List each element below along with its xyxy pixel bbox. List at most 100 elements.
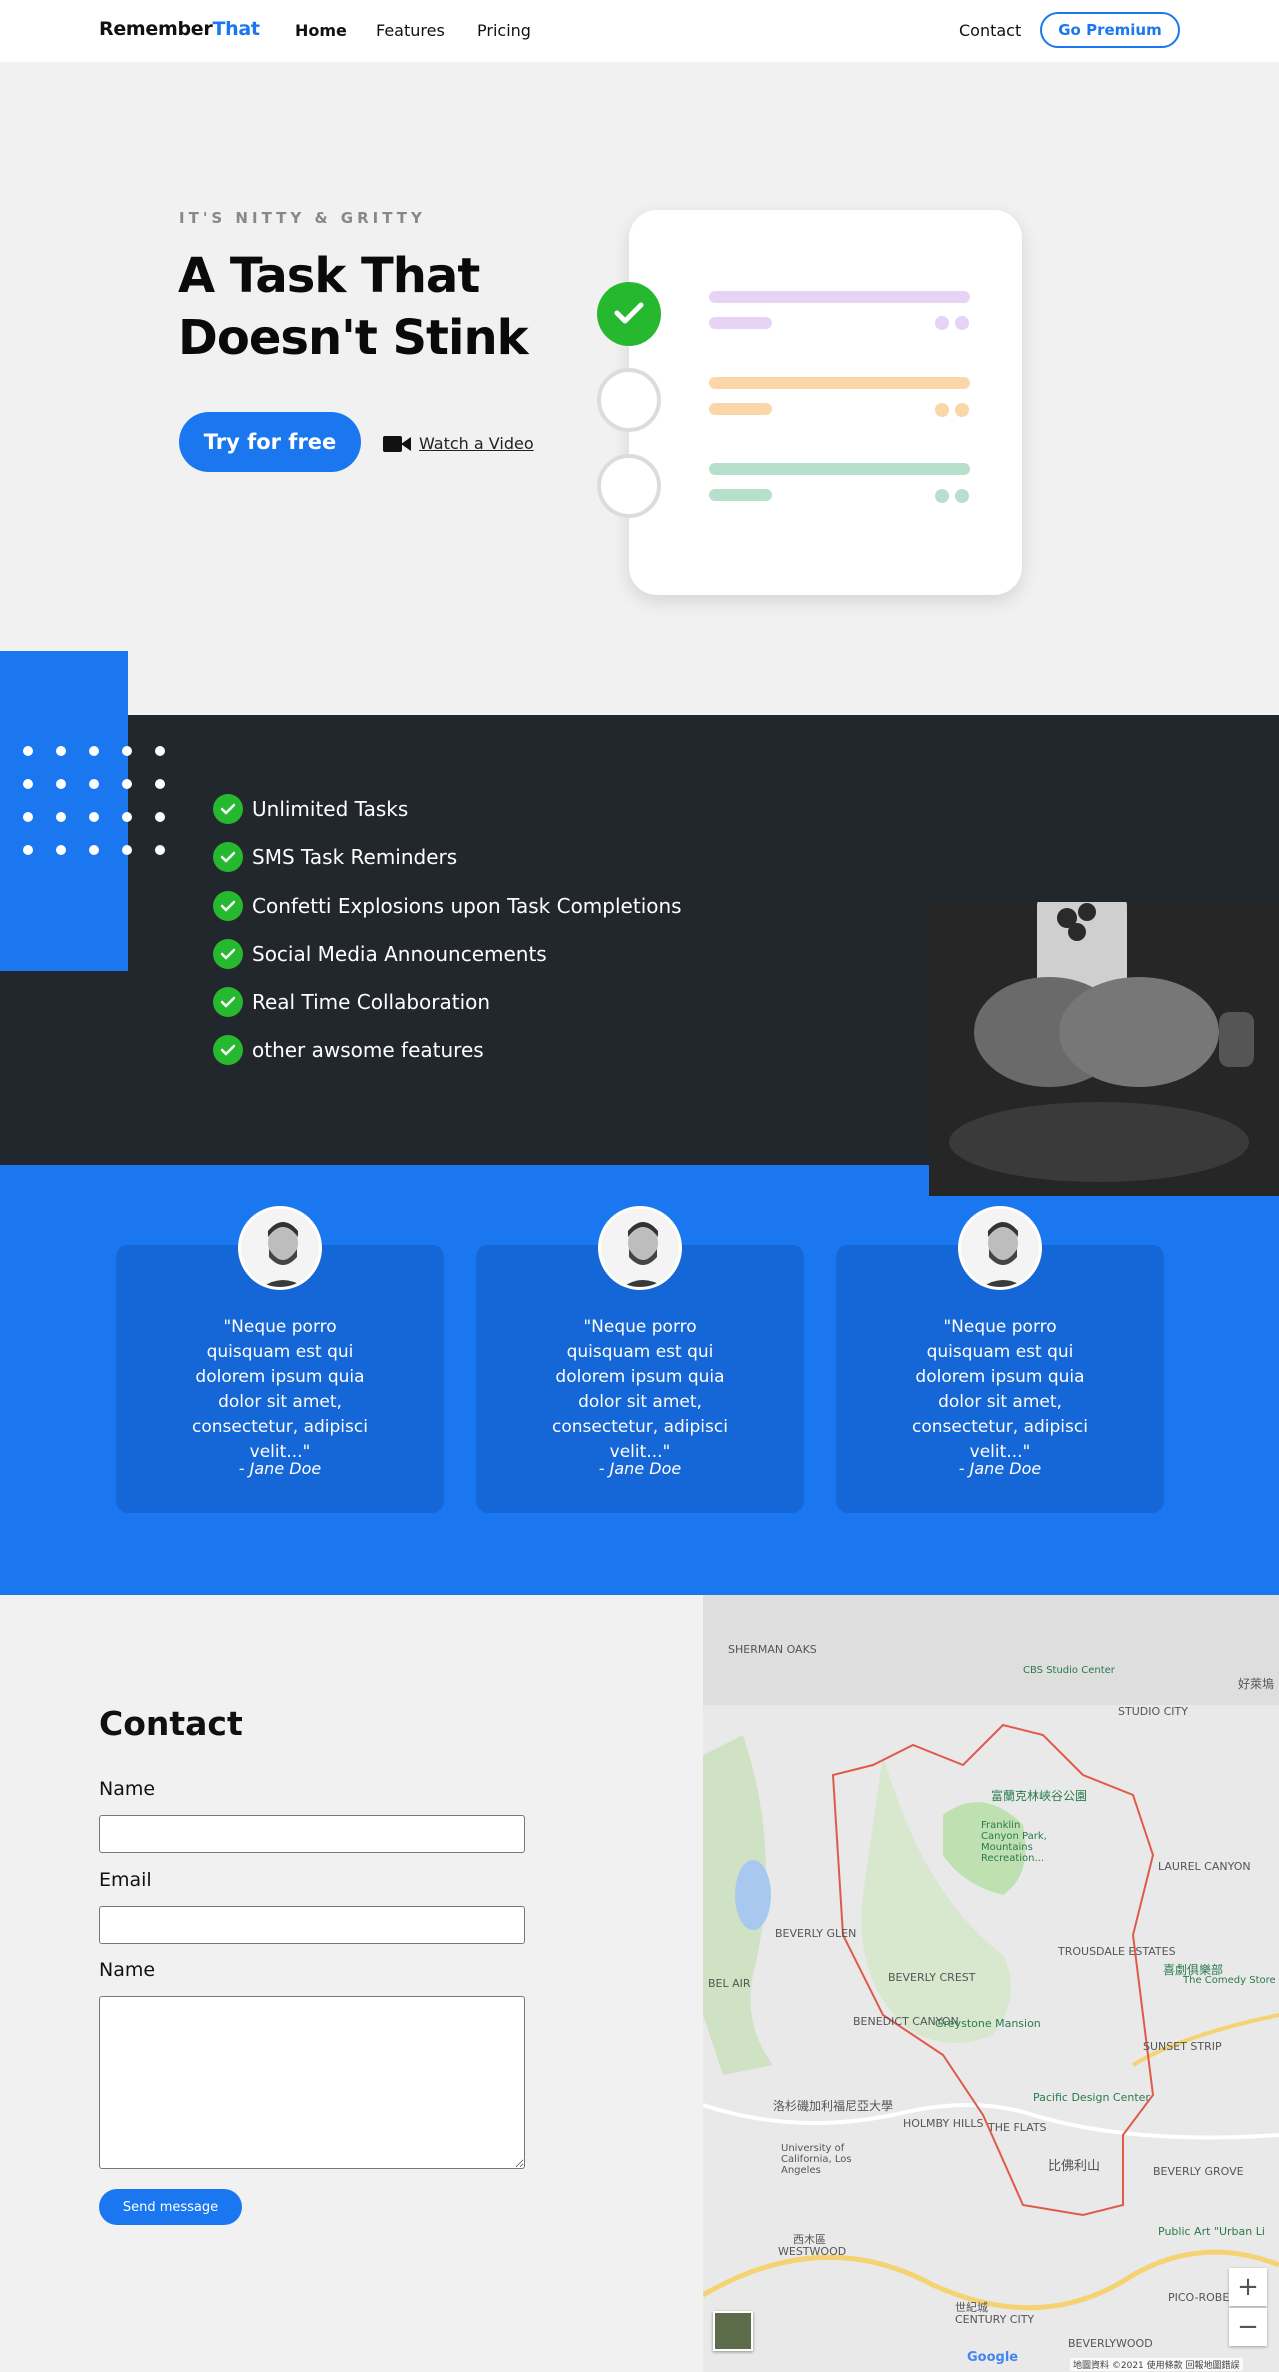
check-icon [213, 1035, 243, 1065]
contact-title: Contact [99, 1704, 243, 1743]
task-line-long [709, 377, 970, 389]
feature-item: Real Time Collaboration [213, 987, 490, 1017]
name-label: Name [99, 1778, 156, 1800]
nav-pricing[interactable]: Pricing [477, 21, 531, 40]
map-label: THE FLATS [988, 2121, 1047, 2134]
decorative-dot [89, 812, 99, 822]
decorative-dot [155, 845, 165, 855]
map-label: BEVERLY CREST [888, 1971, 976, 1984]
feature-label: Real Time Collaboration [252, 990, 491, 1014]
check-icon [213, 794, 243, 824]
map-label: STUDIO CITY [1118, 1705, 1188, 1718]
map-label: SUNSET STRIP [1143, 2040, 1222, 2053]
decorative-dot [56, 845, 66, 855]
message-textarea[interactable] [99, 1996, 525, 2169]
testimonial-author: - Jane Doe [238, 1459, 322, 1478]
map-label: TROUSDALE ESTATES [1058, 1945, 1176, 1958]
go-premium-button[interactable]: Go Premium [1040, 12, 1180, 48]
satellite-toggle-icon[interactable] [713, 2311, 753, 2351]
phone-hands-photo [929, 902, 1279, 1196]
nav-home[interactable]: Home [295, 21, 347, 40]
map-cn-label: 比佛利山 [1048, 2159, 1101, 2174]
task-dot [955, 316, 969, 330]
map-label: BEVERLY GLEN [775, 1927, 857, 1940]
map-footer[interactable]: 地圖資料 ©2021 使用條款 回報地圖錯誤 [1070, 2358, 1243, 2371]
name-input[interactable] [99, 1815, 525, 1853]
map-cn-label: 洛杉磯加利福尼亞大學 [773, 2099, 894, 2113]
check-icon [213, 987, 243, 1017]
task-empty-circle-icon [597, 368, 661, 432]
decorative-dot [122, 746, 132, 756]
testimonial-author: - Jane Doe [598, 1459, 682, 1478]
zoom-out-button[interactable]: − [1229, 2308, 1267, 2346]
brand-part1: Remember [99, 18, 213, 40]
decorative-dot [122, 779, 132, 789]
feature-item: SMS Task Reminders [213, 842, 457, 872]
task-line-long [709, 463, 970, 475]
avatar [958, 1206, 1042, 1290]
decorative-dot [23, 812, 33, 822]
task-dot [955, 403, 969, 417]
top-navbar: RememberThat Home Features Pricing Conta… [0, 0, 1279, 62]
decorative-dot [89, 746, 99, 756]
feature-item: Social Media Announcements [213, 939, 547, 969]
decorative-dot [56, 746, 66, 756]
feature-label: other awsome features [252, 1038, 484, 1062]
try-for-free-button[interactable]: Try for free [179, 412, 361, 472]
task-done-check-icon [597, 282, 661, 346]
nav-contact[interactable]: Contact [959, 21, 1021, 40]
map-label: BEVERLYWOOD [1068, 2337, 1153, 2350]
map-label: BEL AIR [708, 1977, 751, 1990]
map-label: HOLMBY HILLS [903, 2117, 984, 2130]
nav-features[interactable]: Features [376, 21, 445, 40]
watch-video-label: Watch a Video [419, 434, 534, 453]
map-cn-label: 好萊塢 [1238, 1677, 1275, 1691]
decorative-dot [122, 812, 132, 822]
decorative-dot [155, 746, 165, 756]
map-cn-label: 世紀城 [955, 2301, 988, 2314]
decorative-dot [23, 779, 33, 789]
hero-title: A Task That Doesn't Stink [178, 248, 529, 366]
map-label: CBS Studio Center [1023, 1665, 1115, 1676]
decorative-dot [122, 845, 132, 855]
testimonial-quote: "Neque porro quisquam est qui dolorem ip… [192, 1317, 368, 1462]
testimonial-author: - Jane Doe [958, 1459, 1042, 1478]
brand-logo[interactable]: RememberThat [99, 18, 260, 40]
testimonial-quote: "Neque porro quisquam est qui dolorem ip… [552, 1317, 728, 1462]
task-line-long [709, 291, 970, 303]
map-label: University of California, Los Angeles [781, 2143, 852, 2176]
check-icon [213, 939, 243, 969]
video-camera-icon [383, 435, 411, 453]
decorative-dot [23, 845, 33, 855]
decorative-dot [155, 812, 165, 822]
avatar [238, 1206, 322, 1290]
feature-item: Confetti Explosions upon Task Completion… [213, 891, 682, 921]
map-cn-label: 富蘭克林峽谷公園 [991, 1789, 1088, 1803]
embedded-map[interactable]: SHERMAN OAKS STUDIO CITY LAUREL CANYON B… [703, 1595, 1279, 2372]
feature-label: Unlimited Tasks [252, 797, 409, 821]
map-label: LAUREL CANYON [1158, 1860, 1251, 1873]
email-input[interactable] [99, 1906, 525, 1944]
map-cn-label: 西木區 [793, 2233, 826, 2246]
check-icon [213, 842, 243, 872]
brand-part2: That [212, 18, 260, 40]
send-message-button[interactable]: Send message [99, 2189, 242, 2225]
zoom-in-button[interactable]: + [1229, 2268, 1267, 2306]
feature-label: Social Media Announcements [252, 942, 547, 966]
map-label: Pacific Design Center [1033, 2091, 1150, 2104]
watch-video-link[interactable]: Watch a Video [383, 434, 534, 453]
decorative-blue-block [0, 651, 128, 971]
google-logo: Google [967, 2350, 1019, 2365]
avatar [598, 1206, 682, 1290]
decorative-dot [155, 779, 165, 789]
decorative-dot [56, 812, 66, 822]
task-dot [935, 403, 949, 417]
map-cn-label: 喜劇俱樂部 [1163, 1963, 1224, 1977]
feature-label: SMS Task Reminders [252, 845, 458, 869]
feature-label: Confetti Explosions upon Task Completion… [252, 894, 682, 918]
hero-eyebrow: IT'S NITTY & GRITTY [179, 209, 426, 227]
testimonial-quote: "Neque porro quisquam est qui dolorem ip… [912, 1317, 1088, 1462]
feature-item: Unlimited Tasks [213, 794, 408, 824]
map-label: Greystone Mansion [935, 2017, 1041, 2030]
task-dot [955, 489, 969, 503]
